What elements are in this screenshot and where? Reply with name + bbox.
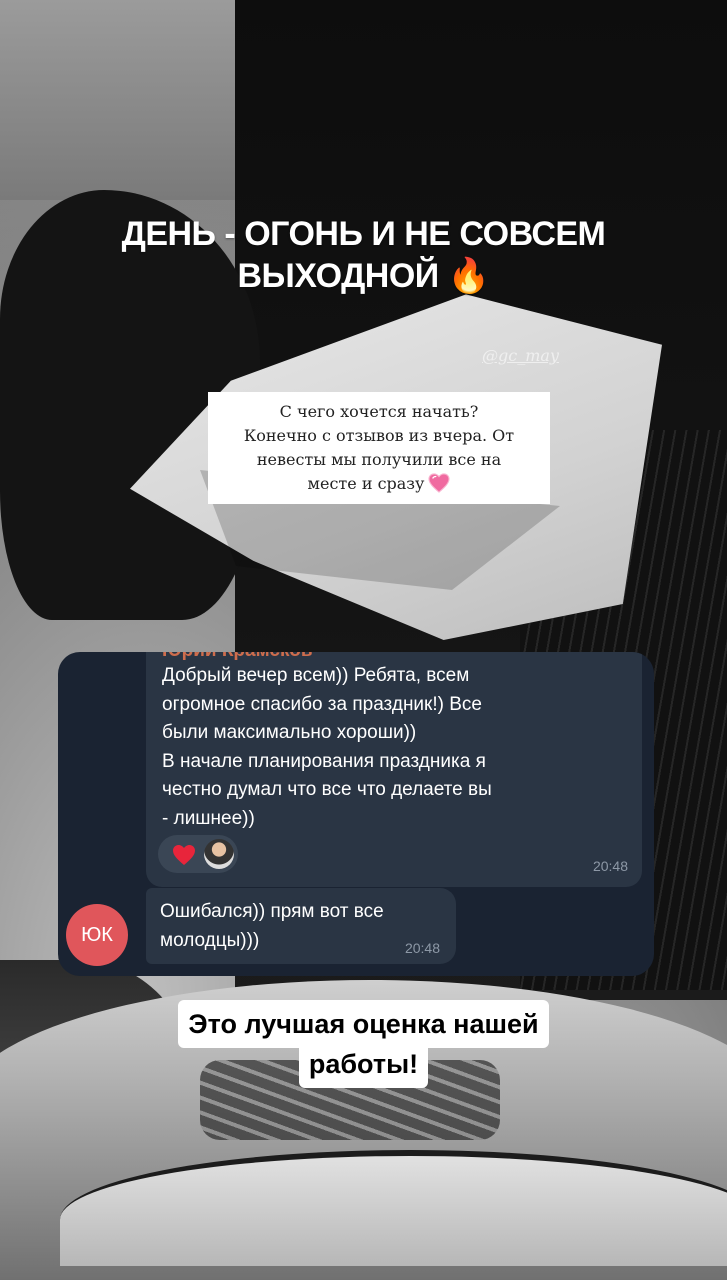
message-line: Добрый вечер всем)) Ребята, всем xyxy=(162,665,470,686)
message-line: молодцы))) xyxy=(160,929,260,951)
story-screen: ДЕНЬ - ОГОНЬ И НЕ СОВСЕМ ВЫХОДНОЙ 🔥 @gc_… xyxy=(0,0,727,1280)
message-text: Ошибался)) прям вот все молодцы))) xyxy=(160,898,440,955)
account-handle[interactable]: @gc_may xyxy=(482,346,559,365)
message-time: 20:48 xyxy=(404,940,440,956)
message-line: Ошибался)) прям вот все xyxy=(160,901,384,922)
note-line: Конечно с отзывов из вчера. От xyxy=(243,426,515,445)
background-light-area xyxy=(0,0,235,200)
red-heart-icon xyxy=(173,845,195,865)
note-line: месте и сразу xyxy=(307,474,425,493)
story-headline: ДЕНЬ - ОГОНЬ И НЕ СОВСЕМ ВЫХОДНОЙ 🔥 xyxy=(0,213,727,297)
message-time: 20:48 xyxy=(592,858,628,874)
sender-avatar[interactable]: ЮК xyxy=(66,904,128,966)
message-line: В начале планирования праздника я xyxy=(162,750,486,772)
caption-line-1: Это лучшая оценка нашей xyxy=(178,1000,549,1048)
headline-line-2-text: ВЫХОДНОЙ xyxy=(237,257,439,295)
message-text: Добрый вечер всем)) Ребята, всем огромно… xyxy=(162,662,622,833)
note-line-last: месте и сразу xyxy=(218,472,540,496)
user-avatar-icon xyxy=(204,839,234,869)
sender-name: Юрий Крамсков xyxy=(162,652,313,662)
message-bubble: Юрий Крамсков Добрый вечер всем)) Ребята… xyxy=(146,652,642,887)
chat-screenshot: Юрий Крамсков Добрый вечер всем)) Ребята… xyxy=(58,652,654,976)
message-line: были максимально хороши)) xyxy=(162,722,417,743)
message-bubble: Ошибался)) прям вот все молодцы))) 20:48 xyxy=(146,888,456,964)
message-line: огромное спасибо за праздник!) Все xyxy=(162,693,482,715)
intro-note: С чего хочется начать? Конечно с отзывов… xyxy=(208,392,550,504)
reaction-pill[interactable] xyxy=(158,835,238,873)
caption-line-2: работы! xyxy=(298,1042,429,1088)
note-line: невесты мы получили все на xyxy=(256,450,502,469)
headline-line-1: ДЕНЬ - ОГОНЬ И НЕ СОВСЕМ xyxy=(121,215,606,253)
story-caption: Это лучшая оценка нашей работы! xyxy=(0,1000,727,1088)
headline-line-2: ВЫХОДНОЙ 🔥 xyxy=(0,255,727,297)
note-line: С чего хочется начать? xyxy=(279,402,479,421)
message-line: - лишнее)) xyxy=(162,807,255,829)
fire-icon: 🔥 xyxy=(447,257,490,295)
message-line: честно думал что все что делаете вы xyxy=(162,779,492,800)
pink-heart-icon xyxy=(428,473,450,493)
